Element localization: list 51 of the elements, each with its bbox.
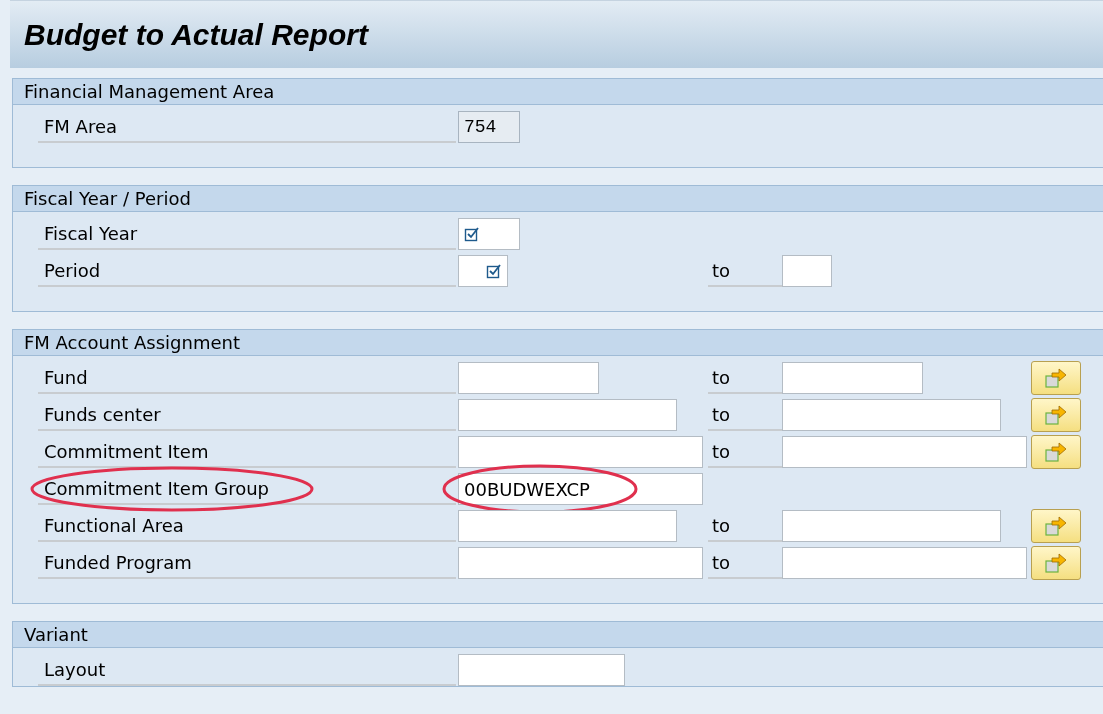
input-field[interactable] [458, 654, 625, 686]
range-to-label: to [712, 258, 731, 283]
range-to-label: to [712, 550, 731, 575]
section-title: FM Account Assignment [24, 331, 240, 355]
multiple-selection-icon [1044, 515, 1068, 537]
multiple-selection-icon [1044, 552, 1068, 574]
window-title: Budget to Actual Report [24, 17, 368, 53]
section-title: Variant [24, 623, 88, 647]
input-field[interactable] [782, 436, 1027, 468]
input-field[interactable] [782, 399, 1001, 431]
multiple-selection-button[interactable] [1031, 398, 1081, 432]
range-to-label: to [712, 513, 731, 538]
input-field[interactable]: 754 [458, 111, 520, 143]
multiple-selection-button[interactable] [1031, 546, 1081, 580]
input-field[interactable] [782, 362, 923, 394]
input-field[interactable] [458, 399, 677, 431]
multiple-selection-icon [1044, 367, 1068, 389]
input-field[interactable] [782, 547, 1027, 579]
input-field[interactable] [458, 218, 520, 250]
input-field[interactable] [458, 510, 677, 542]
field-label: Funded Program [44, 550, 192, 575]
input-field[interactable] [458, 362, 599, 394]
field-label: Funds center [44, 402, 161, 427]
multiple-selection-button[interactable] [1031, 509, 1081, 543]
required-entry-icon [464, 226, 480, 242]
multiple-selection-icon [1044, 441, 1068, 463]
field-value: 00BUDWEXCP [464, 477, 590, 502]
input-field[interactable]: 00BUDWEXCP [458, 473, 703, 505]
input-field[interactable] [458, 547, 703, 579]
multiple-selection-button[interactable] [1031, 435, 1081, 469]
input-field[interactable] [782, 510, 1001, 542]
field-label: Commitment Item [44, 439, 209, 464]
input-field[interactable] [458, 255, 508, 287]
range-to-label: to [712, 402, 731, 427]
section-title: Fiscal Year / Period [24, 187, 191, 211]
range-to-label: to [712, 365, 731, 390]
field-label: Period [44, 258, 101, 283]
input-field[interactable] [782, 255, 832, 287]
field-value: 754 [464, 115, 497, 139]
field-label: Functional Area [44, 513, 184, 538]
multiple-selection-button[interactable] [1031, 361, 1081, 395]
field-label: Commitment Item Group [44, 476, 269, 501]
field-label: FM Area [44, 114, 118, 139]
section-title: Financial Management Area [24, 80, 275, 104]
input-field[interactable] [458, 436, 703, 468]
field-label: Fiscal Year [44, 221, 138, 246]
field-label: Fund [44, 365, 88, 390]
field-label: Layout [44, 657, 106, 682]
multiple-selection-icon [1044, 404, 1068, 426]
required-entry-icon [486, 263, 502, 279]
range-to-label: to [712, 439, 731, 464]
